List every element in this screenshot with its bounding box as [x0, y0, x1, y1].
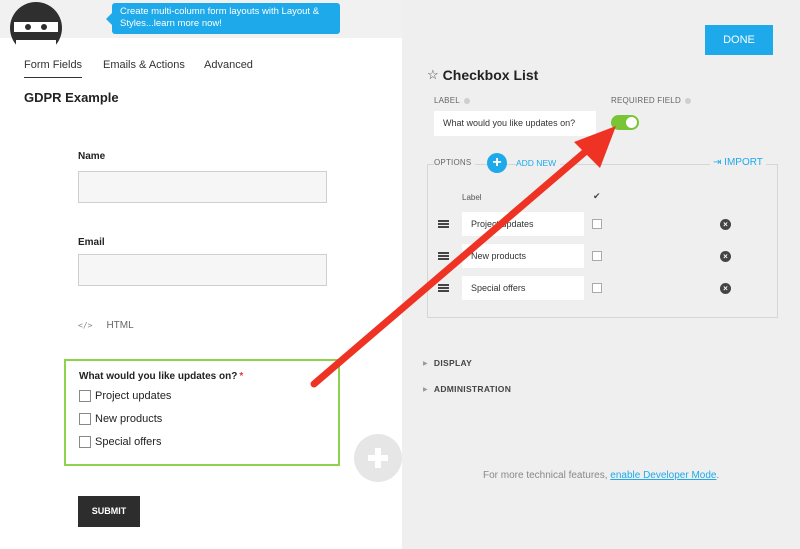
checkbox-option[interactable]: Special offers [79, 436, 161, 448]
checkbox-option-label: New products [95, 413, 163, 425]
remove-option-icon[interactable]: × [720, 219, 731, 230]
html-field[interactable]: </> HTML [78, 320, 134, 331]
tab-emails-actions[interactable]: Emails & Actions [103, 59, 185, 71]
checkbox-option[interactable]: New products [79, 413, 162, 425]
checkbox-option-label: Special offers [95, 436, 162, 448]
checkbox-option-label: Project updates [95, 390, 172, 402]
promo-tooltip[interactable]: Create multi-column form layouts with La… [106, 3, 340, 34]
section-display[interactable]: ▶ DISPLAY [423, 358, 472, 368]
add-new-link[interactable]: ADD NEW [516, 158, 561, 168]
star-icon[interactable]: ☆ [427, 67, 439, 83]
email-field-label: Email [78, 237, 105, 248]
help-icon[interactable] [684, 97, 691, 104]
option-label-input[interactable]: Project updates [462, 212, 584, 236]
html-field-label: HTML [106, 320, 134, 331]
option-selected-checkbox[interactable] [592, 283, 602, 293]
developer-mode-note-suffix: . [716, 470, 720, 481]
remove-option-icon[interactable]: × [720, 283, 731, 294]
required-caption-text: REQUIRED FIELD [611, 96, 681, 105]
form-title: GDPR Example [24, 90, 119, 105]
done-button[interactable]: DONE [705, 25, 773, 55]
code-icon: </> [78, 321, 93, 330]
drag-handle-icon[interactable] [438, 252, 449, 260]
panel-title: ☆ Checkbox List [427, 67, 538, 83]
add-field-button[interactable] [354, 434, 402, 482]
options-column-check-icon: ✔ [593, 191, 601, 201]
option-selected-checkbox[interactable] [592, 219, 602, 229]
toggle-knob [626, 117, 637, 128]
checkbox-option[interactable]: Project updates [79, 390, 171, 402]
developer-mode-note: For more technical features, enable Deve… [483, 470, 719, 481]
import-icon: ⇥ [713, 157, 722, 168]
option-label-input[interactable]: New products [462, 244, 584, 268]
checkbox-list-field[interactable]: What would you like updates on? * Project… [64, 359, 340, 466]
options-caption: OPTIONS [434, 158, 476, 167]
section-display-label: DISPLAY [433, 358, 473, 368]
checkbox[interactable] [79, 413, 91, 425]
drag-handle-icon[interactable] [438, 220, 449, 228]
tab-form-fields[interactable]: Form Fields [24, 59, 83, 78]
triangle-right-icon: ▶ [423, 360, 428, 367]
enable-developer-mode-link[interactable]: enable Developer Mode [610, 470, 716, 481]
section-administration[interactable]: ▶ ADMINISTRATION [423, 384, 511, 394]
checkbox-field-question: What would you like updates on? * [79, 371, 243, 382]
add-option-button[interactable]: + [487, 153, 507, 173]
help-icon[interactable] [463, 97, 470, 104]
checkbox[interactable] [79, 390, 91, 402]
tab-advanced[interactable]: Advanced [204, 59, 253, 71]
import-link[interactable]: ⇥ IMPORT [710, 157, 766, 168]
section-administration-label: ADMINISTRATION [433, 384, 512, 394]
required-caption: REQUIRED FIELD [611, 96, 691, 105]
label-input[interactable]: What would you like updates on? [434, 111, 596, 136]
option-label-input[interactable]: Special offers [462, 276, 584, 300]
option-selected-checkbox[interactable] [592, 251, 602, 261]
remove-option-icon[interactable]: × [720, 251, 731, 262]
email-field-input[interactable] [78, 254, 327, 286]
drag-handle-icon[interactable] [438, 284, 449, 292]
name-field-input[interactable] [78, 171, 327, 203]
required-field-toggle[interactable] [611, 115, 639, 130]
required-asterisk: * [239, 371, 244, 382]
options-column-label: Label [462, 193, 482, 202]
import-label: IMPORT [724, 157, 763, 168]
label-caption-text: LABEL [434, 96, 460, 105]
label-caption: LABEL [434, 96, 470, 105]
panel-title-text: Checkbox List [442, 67, 539, 83]
checkbox[interactable] [79, 436, 91, 448]
triangle-right-icon: ▶ [423, 386, 428, 393]
name-field-label: Name [78, 151, 106, 162]
developer-mode-note-text: For more technical features, [483, 470, 611, 481]
ninja-forms-logo [10, 2, 62, 48]
checkbox-field-question-text: What would you like updates on? [79, 371, 238, 382]
submit-button[interactable]: SUBMIT [78, 496, 140, 527]
